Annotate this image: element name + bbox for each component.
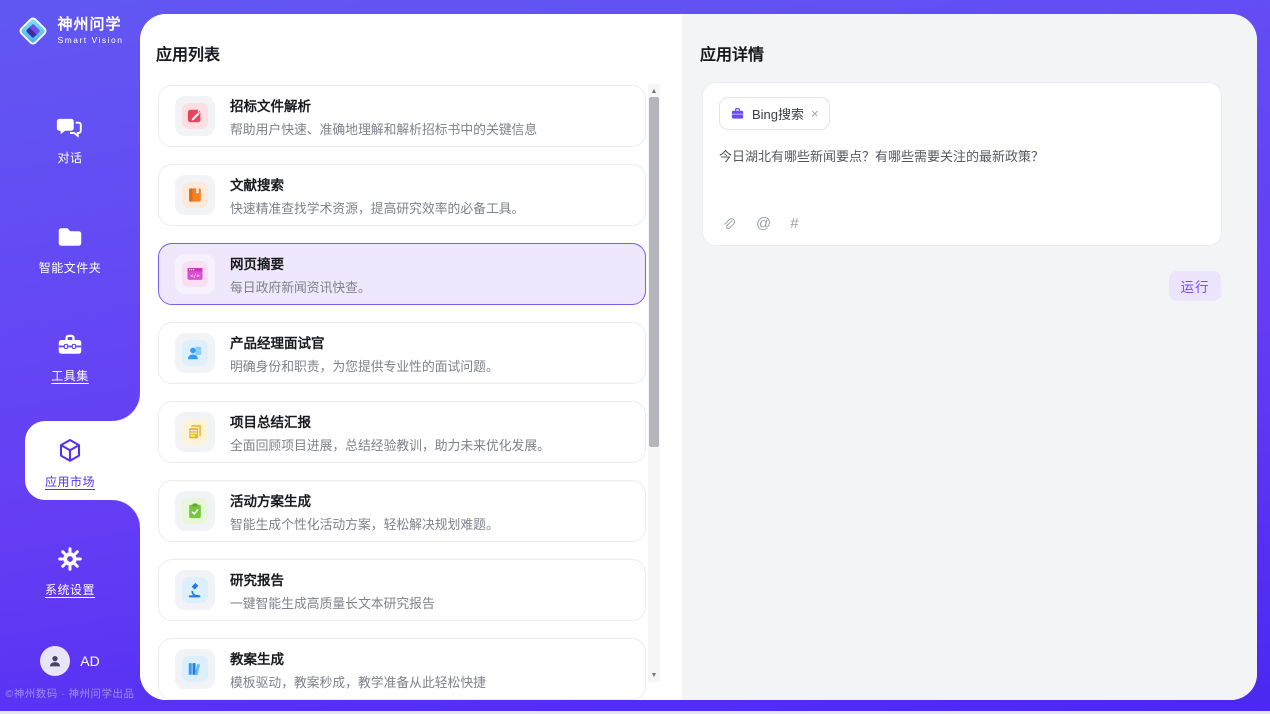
app-description: 全面回顾项目进展，总结经验教训，助力未来优化发展。: [230, 435, 550, 454]
at-mention-icon[interactable]: @: [756, 215, 771, 232]
clipboard-check-icon: [185, 501, 205, 521]
list-item-pm-interviewer[interactable]: 产品经理面试官 明确身份和职责，为您提供专业性的面试问题。: [158, 322, 646, 384]
query-input[interactable]: 今日湖北有哪些新闻要点？有哪些需要关注的最新政策？: [719, 147, 1205, 167]
app-list-scrollbar[interactable]: ▲ ▼: [648, 84, 660, 682]
notes-icon: [185, 422, 205, 442]
app-icon-tile: [175, 570, 215, 610]
app-icon-tile: [175, 333, 215, 373]
app-title: 文献搜索: [230, 174, 524, 194]
diamond-logo-icon: [16, 14, 50, 48]
app-description: 明确身份和职责，为您提供专业性的面试问题。: [230, 356, 499, 375]
app-icon-tile: [175, 96, 215, 136]
tool-tag-bing-search[interactable]: Bing搜索 ×: [719, 97, 830, 130]
books-icon: [185, 659, 205, 679]
app-list-title: 应用列表: [140, 14, 682, 65]
app-list: 招标文件解析 帮助用户快速、准确地理解和解析招标书中的关键信息 文献搜索 快速精…: [158, 85, 646, 700]
avatar: [40, 646, 70, 676]
app-description: 每日政府新闻资讯快查。: [230, 277, 371, 296]
copyright-footer: ©神州数码 · 神州问学出品: [0, 686, 140, 701]
sidebar-item-label: 系统设置: [45, 581, 95, 598]
app-description: 帮助用户快速、准确地理解和解析招标书中的关键信息: [230, 119, 537, 138]
list-item-event-plan[interactable]: 活动方案生成 智能生成个性化活动方案，轻松解决规划难题。: [158, 480, 646, 542]
app-title: 研究报告: [230, 569, 435, 589]
user-account[interactable]: AD: [0, 646, 140, 676]
book-icon: [185, 185, 205, 205]
scrollbar-thumb[interactable]: [649, 97, 659, 447]
app-list-panel: 应用列表 招标文件解析 帮助用户快速、准确地理解和解析招标书中的关键信息: [140, 14, 682, 700]
list-item-bid-parsing[interactable]: 招标文件解析 帮助用户快速、准确地理解和解析招标书中的关键信息: [158, 85, 646, 147]
app-title: 网页摘要: [230, 253, 371, 273]
app-icon-tile: [175, 491, 215, 531]
folder-icon: [55, 222, 85, 252]
active-tab-notch-bottom: [112, 500, 140, 528]
app-icon-tile: [175, 412, 215, 452]
briefcase-icon: [730, 106, 745, 121]
run-button[interactable]: 运行: [1169, 271, 1221, 301]
app-description: 模板驱动，教案秒成，教学准备从此轻松快捷: [230, 672, 486, 691]
scrollbar-down-arrow-icon[interactable]: ▼: [648, 668, 660, 682]
app-description: 快速精准查找学术资源，提高研究效率的必备工具。: [230, 198, 524, 217]
sidebar-item-settings[interactable]: 系统设置: [0, 544, 140, 598]
app-title: 教案生成: [230, 648, 486, 668]
scrollbar-up-arrow-icon[interactable]: ▲: [648, 84, 660, 98]
list-item-web-summary[interactable]: </> 网页摘要 每日政府新闻资讯快查。: [158, 243, 646, 305]
app-icon-tile: </>: [175, 254, 215, 294]
interviewer-icon: [185, 343, 205, 363]
sidebar-item-label: 应用市场: [45, 473, 95, 490]
gear-icon: [55, 544, 85, 574]
sidebar: 神州问学 Smart Vision 对话 智能文件夹 工具集: [0, 0, 140, 714]
app-title: 项目总结汇报: [230, 411, 550, 431]
app-icon-tile: [175, 649, 215, 689]
list-item-research-report[interactable]: 研究报告 一键智能生成高质量长文本研究报告: [158, 559, 646, 621]
sidebar-item-label: 智能文件夹: [39, 259, 102, 276]
sidebar-item-label: 对话: [57, 149, 82, 166]
list-item-lesson-plan[interactable]: 教案生成 模板驱动，教案秒成，教学准备从此轻松快捷: [158, 638, 646, 700]
list-item-literature-search[interactable]: 文献搜索 快速精准查找学术资源，提高研究效率的必备工具。: [158, 164, 646, 226]
sidebar-item-toolset[interactable]: 工具集: [0, 330, 140, 384]
person-icon: [47, 653, 63, 669]
app-title: 产品经理面试官: [230, 332, 499, 352]
sidebar-item-app-market[interactable]: 应用市场: [0, 436, 140, 490]
attachment-toolbar: @ #: [721, 215, 799, 232]
list-item-project-summary[interactable]: 项目总结汇报 全面回顾项目进展，总结经验教训，助力未来优化发展。: [158, 401, 646, 463]
app-description: 智能生成个性化活动方案，轻松解决规划难题。: [230, 514, 499, 533]
toolbox-icon: [55, 330, 85, 360]
app-description: 一键智能生成高质量长文本研究报告: [230, 593, 435, 612]
chat-icon: [55, 112, 85, 142]
sidebar-item-chat[interactable]: 对话: [0, 112, 140, 166]
paperclip-icon[interactable]: [721, 216, 737, 232]
user-initials: AD: [80, 653, 99, 669]
sidebar-item-smart-folder[interactable]: 智能文件夹: [0, 222, 140, 276]
app-title: 活动方案生成: [230, 490, 499, 510]
microscope-icon: [185, 580, 205, 600]
brand-name: 神州问学: [57, 17, 123, 34]
document-edit-icon: [185, 106, 205, 126]
sidebar-item-label: 工具集: [51, 367, 89, 384]
main-panel: 应用列表 招标文件解析 帮助用户快速、准确地理解和解析招标书中的关键信息: [140, 14, 1257, 700]
svg-text:</>: </>: [190, 273, 201, 279]
cube-icon: [55, 436, 85, 466]
app-detail-title: 应用详情: [682, 14, 1257, 65]
hash-tag-icon[interactable]: #: [790, 215, 798, 232]
brand-subtitle: Smart Vision: [57, 36, 123, 45]
active-tab-notch-top: [112, 393, 140, 421]
app-detail-panel: 应用详情 Bing搜索 × 今日湖北有哪些新闻要点？有哪些需要关注的最新政策？ …: [682, 14, 1257, 700]
app-title: 招标文件解析: [230, 95, 537, 115]
brand-logo: 神州问学 Smart Vision: [0, 14, 140, 48]
app-icon-tile: [175, 175, 215, 215]
prompt-card: Bing搜索 × 今日湖北有哪些新闻要点？有哪些需要关注的最新政策？ @ #: [702, 82, 1222, 246]
tool-tag-label: Bing搜索: [752, 104, 804, 123]
tag-close-icon[interactable]: ×: [811, 107, 819, 120]
browser-code-icon: </>: [185, 264, 205, 284]
